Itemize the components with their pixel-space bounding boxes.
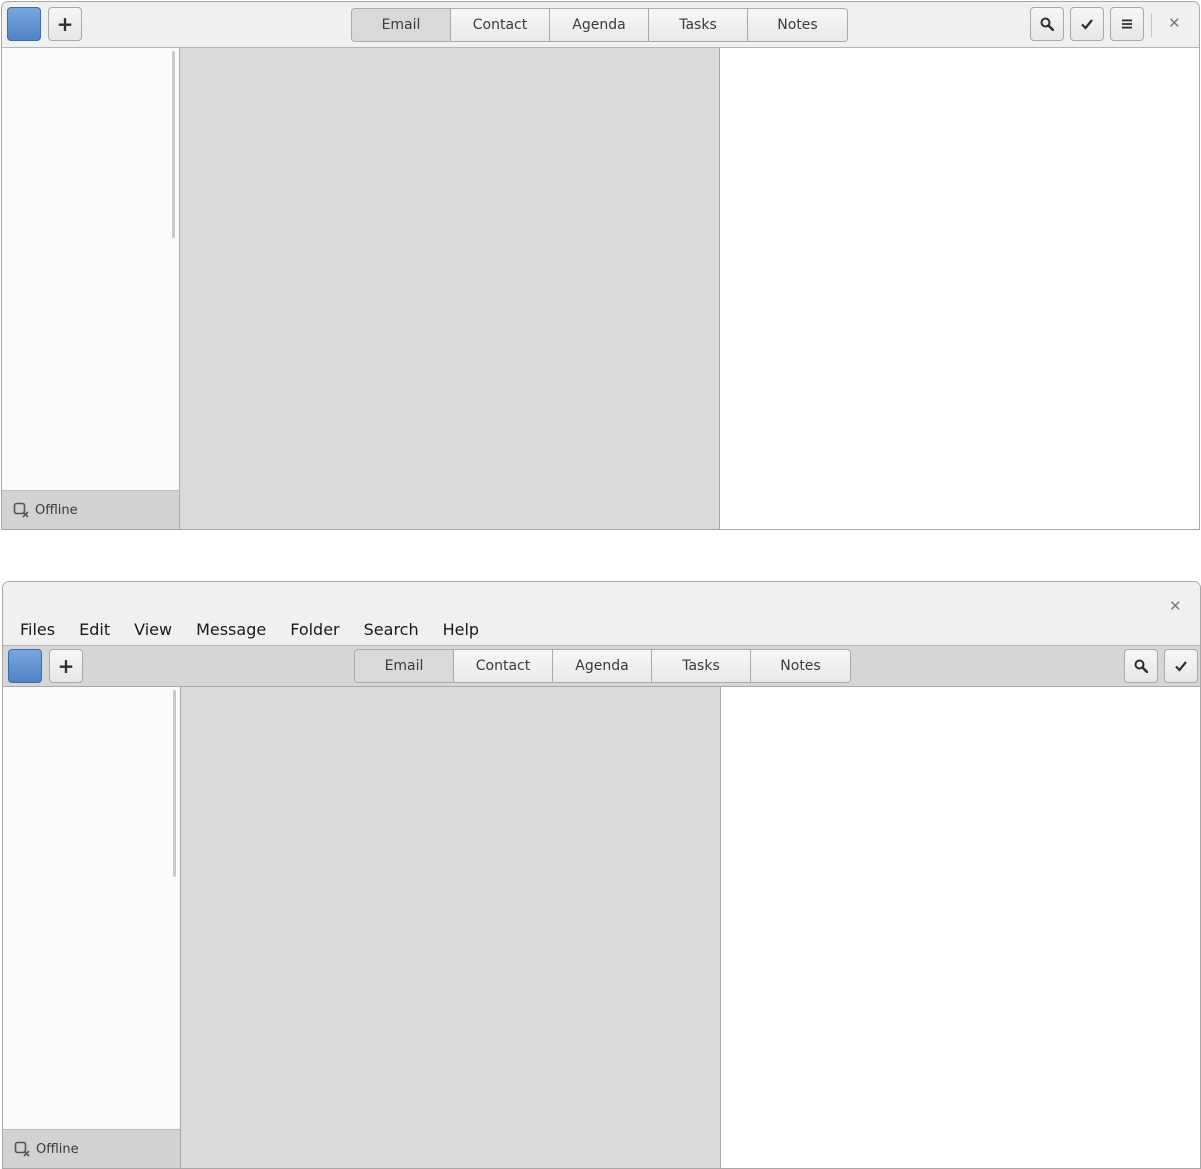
- plus-icon: +: [56, 12, 74, 36]
- status-bar: Offline: [3, 1129, 180, 1168]
- message-preview: [721, 48, 1199, 529]
- offline-icon: [14, 1141, 30, 1157]
- tab-email[interactable]: Email: [355, 650, 454, 682]
- menu-button[interactable]: [1110, 7, 1144, 41]
- menu-files[interactable]: Files: [20, 620, 55, 639]
- search-icon: [1134, 659, 1148, 673]
- tab-notes[interactable]: Notes: [751, 650, 850, 682]
- account-button[interactable]: [7, 7, 41, 41]
- mail-window-headerbar: + Email Contact Agenda Tasks Notes ✕ Off…: [1, 1, 1200, 530]
- toolbar: + Email Contact Agenda Tasks Notes: [3, 646, 1200, 687]
- menu-help[interactable]: Help: [443, 620, 479, 639]
- message-preview: [722, 687, 1200, 1168]
- mail-window-menubar: ✕ Files Edit View Message Folder Search …: [2, 581, 1201, 1169]
- folder-sidebar[interactable]: Offline: [2, 48, 180, 529]
- status-bar: Offline: [2, 490, 179, 529]
- hamburger-menu-icon: [1122, 19, 1132, 29]
- tab-email[interactable]: Email: [352, 9, 451, 41]
- offline-icon: [13, 502, 29, 518]
- menu-view[interactable]: View: [134, 620, 172, 639]
- tab-agenda[interactable]: Agenda: [550, 9, 649, 41]
- checkmark-icon: [1175, 661, 1187, 672]
- new-button[interactable]: +: [49, 649, 83, 683]
- message-list[interactable]: [180, 48, 720, 529]
- tab-tasks[interactable]: Tasks: [649, 9, 748, 41]
- tab-agenda[interactable]: Agenda: [553, 650, 652, 682]
- new-button[interactable]: +: [48, 7, 82, 41]
- menu-message[interactable]: Message: [196, 620, 266, 639]
- header-bar: + Email Contact Agenda Tasks Notes ✕: [2, 2, 1199, 48]
- close-icon[interactable]: ✕: [1169, 597, 1182, 615]
- view-switcher: Email Contact Agenda Tasks Notes: [351, 8, 848, 42]
- menu-edit[interactable]: Edit: [79, 620, 110, 639]
- menu-bar: Files Edit View Message Folder Search He…: [20, 620, 503, 639]
- header-separator: [1151, 13, 1152, 37]
- sidebar-scrollbar[interactable]: [173, 690, 176, 877]
- tab-notes[interactable]: Notes: [748, 9, 847, 41]
- message-list[interactable]: [181, 687, 721, 1168]
- menu-folder[interactable]: Folder: [290, 620, 339, 639]
- search-button[interactable]: [1124, 649, 1158, 683]
- close-icon[interactable]: ✕: [1168, 14, 1181, 32]
- checkmark-icon: [1081, 19, 1093, 30]
- sidebar-scrollbar[interactable]: [172, 51, 175, 238]
- title-bar: ✕ Files Edit View Message Folder Search …: [3, 582, 1200, 646]
- tab-tasks[interactable]: Tasks: [652, 650, 751, 682]
- select-button[interactable]: [1070, 7, 1104, 41]
- status-text: Offline: [36, 1141, 79, 1157]
- view-switcher: Email Contact Agenda Tasks Notes: [354, 649, 851, 683]
- status-text: Offline: [35, 502, 78, 518]
- account-button[interactable]: [8, 649, 42, 683]
- search-icon: [1040, 17, 1054, 31]
- tab-contact[interactable]: Contact: [454, 650, 553, 682]
- plus-icon: +: [57, 654, 75, 678]
- select-button[interactable]: [1164, 649, 1198, 683]
- tab-contact[interactable]: Contact: [451, 9, 550, 41]
- search-button[interactable]: [1030, 7, 1064, 41]
- folder-sidebar[interactable]: Offline: [3, 687, 181, 1168]
- menu-search[interactable]: Search: [364, 620, 419, 639]
